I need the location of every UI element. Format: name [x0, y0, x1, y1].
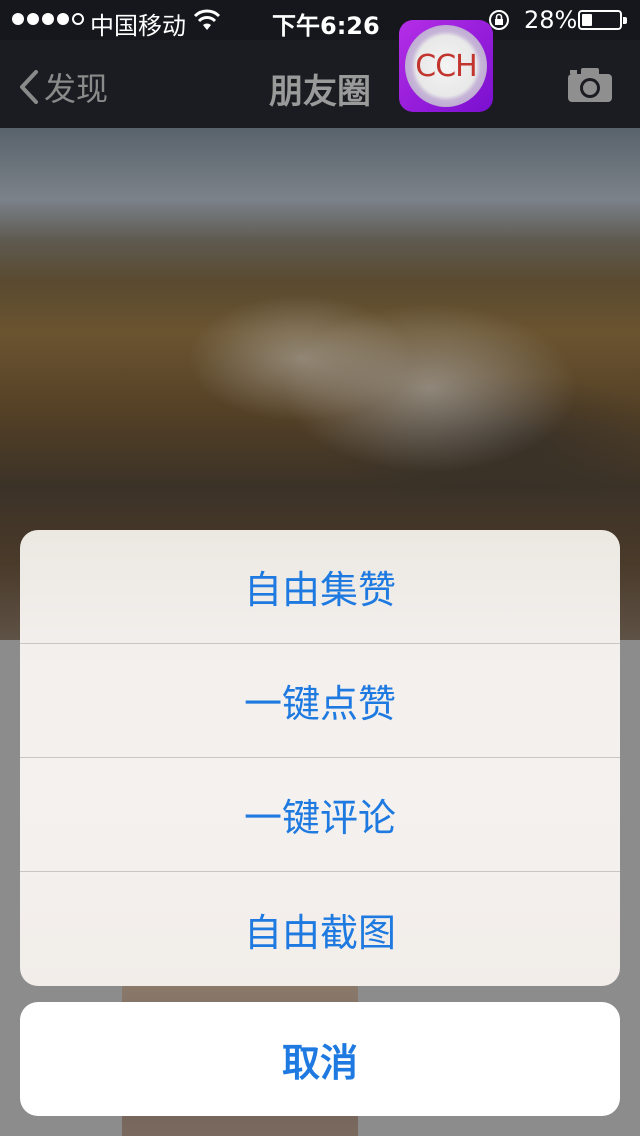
battery-icon	[578, 10, 627, 30]
action-free-likes[interactable]: 自由集赞	[20, 530, 620, 644]
watermark-url: jingyan.baidu.com	[490, 1092, 601, 1106]
action-one-tap-like[interactable]: 一键点赞	[20, 644, 620, 758]
navigation-bar: 发现 朋友圈	[0, 40, 640, 128]
wifi-icon	[193, 9, 221, 30]
clock: 下午6:26	[272, 12, 380, 40]
logo-text: CCH	[415, 48, 477, 84]
cch-app-logo: CCH	[399, 20, 493, 112]
action-one-tap-comment[interactable]: 一键评论	[20, 758, 620, 872]
action-sheet: 自由集赞 一键点赞 一键评论 自由截图	[20, 530, 620, 986]
action-free-screenshot[interactable]: 自由截图	[20, 872, 620, 986]
watermark-brand: Bai 经验	[490, 1066, 581, 1091]
page-title: 朋友圈	[269, 72, 371, 112]
battery-percentage: 28%	[524, 6, 578, 34]
signal-strength-icon	[12, 13, 84, 25]
carrier-name: 中国移动	[90, 12, 186, 40]
status-bar: 中国移动 下午6:26 28%	[0, 0, 640, 40]
watermark: Bai 经验 jingyan.baidu.com	[490, 1060, 601, 1106]
camera-icon[interactable]	[566, 66, 614, 104]
